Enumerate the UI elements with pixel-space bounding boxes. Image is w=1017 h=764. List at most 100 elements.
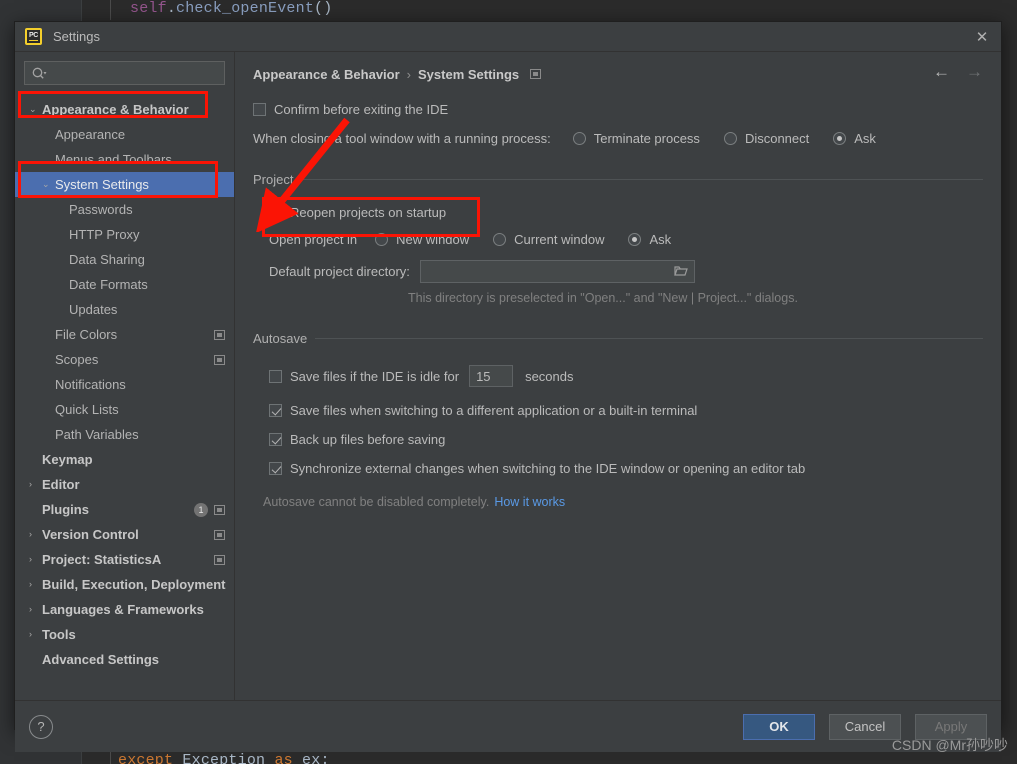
sidebar-item-notifications[interactable]: Notifications	[15, 372, 234, 397]
radio-open-ask[interactable]	[628, 233, 642, 246]
radio-ask[interactable]	[833, 132, 847, 145]
sidebar-item-file-colors[interactable]: File Colors	[15, 322, 234, 347]
sidebar-item-quick-lists[interactable]: Quick Lists	[15, 397, 234, 422]
sidebar-item-project-statisticsa[interactable]: › Project: StatisticsA	[15, 547, 234, 572]
reopen-projects-checkbox[interactable]	[269, 206, 282, 219]
sidebar-item-date-formats[interactable]: Date Formats	[15, 272, 234, 297]
tool-window-option-1[interactable]: Disconnect	[723, 131, 809, 146]
autosave-section-rule	[315, 338, 983, 339]
code-token-self: self	[130, 0, 167, 17]
sidebar-item-scopes[interactable]: Scopes	[15, 347, 234, 372]
help-button[interactable]: ?	[29, 714, 53, 739]
autosave-sync-row[interactable]: Synchronize external changes when switch…	[269, 461, 983, 476]
radio-open-ask-label: Ask	[649, 232, 672, 247]
project-section-title: Project	[253, 172, 294, 187]
sidebar-item-build-execution-deployment[interactable]: › Build, Execution, Deployment	[15, 572, 234, 597]
chevron-right-icon[interactable]: ›	[29, 480, 42, 489]
cancel-button[interactable]: Cancel	[829, 713, 901, 740]
sidebar-item-label: Plugins	[42, 502, 89, 517]
ok-button[interactable]: OK	[743, 713, 815, 740]
chevron-down-icon[interactable]: ⌄	[42, 180, 55, 189]
default-project-directory-input[interactable]	[419, 260, 695, 283]
sidebar-item-path-variables[interactable]: Path Variables	[15, 422, 234, 447]
dialog-footer: ? OK Cancel Apply	[15, 700, 1001, 752]
chevron-right-icon[interactable]: ›	[29, 605, 42, 614]
code-line-except: except Exception as ex:	[118, 752, 330, 764]
autosave-idle-checkbox[interactable]	[269, 369, 282, 383]
autosave-note-row: Autosave cannot be disabled completely. …	[263, 495, 983, 509]
breadcrumb-parent[interactable]: Appearance & Behavior	[253, 67, 400, 82]
how-it-works-link[interactable]: How it works	[494, 495, 565, 509]
autosave-idle-seconds-input[interactable]: 15	[469, 365, 514, 387]
settings-dialog: PC Settings ✕ ⌄ Appearance & Behavior Ap…	[14, 21, 1002, 752]
autosave-sync-label: Synchronize external changes when switch…	[290, 461, 806, 476]
sidebar-item-keymap[interactable]: Keymap	[15, 447, 234, 472]
sidebar-item-label: Languages & Frameworks	[42, 602, 204, 617]
nav-forward-icon[interactable]: →	[966, 63, 983, 80]
sidebar-item-version-control[interactable]: › Version Control	[15, 522, 234, 547]
sidebar-item-label: Updates	[69, 302, 118, 317]
sidebar-item-indicators	[214, 529, 225, 540]
autosave-backup-checkbox[interactable]	[269, 433, 282, 446]
autosave-idle-row: Save files if the IDE is idle for 15 sec…	[269, 365, 983, 387]
tool-window-label: When closing a tool window with a runnin…	[253, 131, 551, 146]
sidebar-item-appearance[interactable]: Appearance	[15, 122, 234, 147]
chevron-right-icon[interactable]: ›	[29, 530, 42, 539]
sidebar-item-system-settings[interactable]: ⌄ System Settings	[15, 172, 234, 197]
autosave-switch-app-row[interactable]: Save files when switching to a different…	[269, 403, 983, 418]
radio-disconnect[interactable]	[723, 132, 737, 145]
tool-window-option-0[interactable]: Terminate process	[572, 131, 700, 146]
chevron-right-icon[interactable]: ›	[29, 630, 42, 639]
tool-window-option-2[interactable]: Ask	[833, 131, 876, 146]
breadcrumb-separator: ›	[406, 66, 412, 82]
sidebar-item-editor[interactable]: › Editor	[15, 472, 234, 497]
sidebar-item-label: Data Sharing	[69, 252, 145, 267]
sidebar-item-passwords[interactable]: Passwords	[15, 197, 234, 222]
sidebar-item-label: Date Formats	[69, 277, 148, 292]
sidebar-item-tools[interactable]: › Tools	[15, 622, 234, 647]
code-token-except: except	[118, 752, 174, 764]
close-icon[interactable]: ✕	[972, 27, 992, 47]
search-input-field[interactable]	[47, 65, 211, 81]
sidebar-item-label: Editor	[42, 477, 80, 492]
sidebar-item-advanced-settings[interactable]: Advanced Settings	[15, 647, 234, 672]
autosave-switch-app-checkbox[interactable]	[269, 404, 282, 417]
search-input[interactable]	[24, 61, 225, 85]
radio-new-window[interactable]	[375, 233, 389, 246]
chevron-right-icon[interactable]: ›	[29, 555, 42, 564]
breadcrumb: Appearance & Behavior › System Settings	[253, 64, 983, 84]
autosave-sync-checkbox[interactable]	[269, 462, 282, 475]
sidebar-item-menus-and-toolbars[interactable]: Menus and Toolbars	[15, 147, 234, 172]
open-project-option-2[interactable]: Ask	[628, 232, 671, 247]
reopen-projects-row[interactable]: Reopen projects on startup	[269, 205, 983, 220]
sidebar-item-label: Tools	[42, 627, 76, 642]
nav-back-icon[interactable]: ←	[933, 63, 950, 80]
navigation-arrows: ← →	[933, 63, 983, 80]
modified-marker-icon	[530, 69, 542, 79]
reopen-projects-label: Reopen projects on startup	[290, 205, 447, 220]
default-project-directory-row: Default project directory:	[269, 260, 983, 283]
autosave-backup-row[interactable]: Back up files before saving	[269, 432, 983, 447]
sidebar-item-plugins[interactable]: Plugins 1	[15, 497, 234, 522]
confirm-exit-row[interactable]: Confirm before exiting the IDE	[253, 102, 983, 117]
folder-icon[interactable]	[674, 265, 688, 280]
sidebar-item-updates[interactable]: Updates	[15, 297, 234, 322]
sidebar-item-label: Appearance	[55, 127, 126, 142]
chevron-right-icon[interactable]: ›	[29, 580, 42, 589]
sidebar-item-http-proxy[interactable]: HTTP Proxy	[15, 222, 234, 247]
sidebar-item-appearance-behavior[interactable]: ⌄ Appearance & Behavior	[15, 97, 234, 122]
radio-current-window[interactable]	[493, 233, 507, 246]
sidebar-item-indicators: 1	[194, 502, 225, 517]
code-token-exception: Exception	[173, 752, 275, 764]
radio-terminate-process[interactable]	[572, 132, 586, 145]
modified-marker-icon	[214, 329, 225, 340]
radio-new-window-label: New window	[396, 232, 470, 247]
open-project-option-1[interactable]: Current window	[493, 232, 604, 247]
sidebar-item-data-sharing[interactable]: Data Sharing	[15, 247, 234, 272]
confirm-exit-checkbox[interactable]	[253, 103, 266, 116]
code-line-top: self.check_openEvent()	[130, 0, 332, 17]
sidebar-item-languages-frameworks[interactable]: › Languages & Frameworks	[15, 597, 234, 622]
settings-sidebar: ⌄ Appearance & Behavior Appearance Menus an…	[15, 52, 235, 700]
chevron-down-icon[interactable]: ⌄	[29, 105, 42, 114]
open-project-option-0[interactable]: New window	[375, 232, 469, 247]
